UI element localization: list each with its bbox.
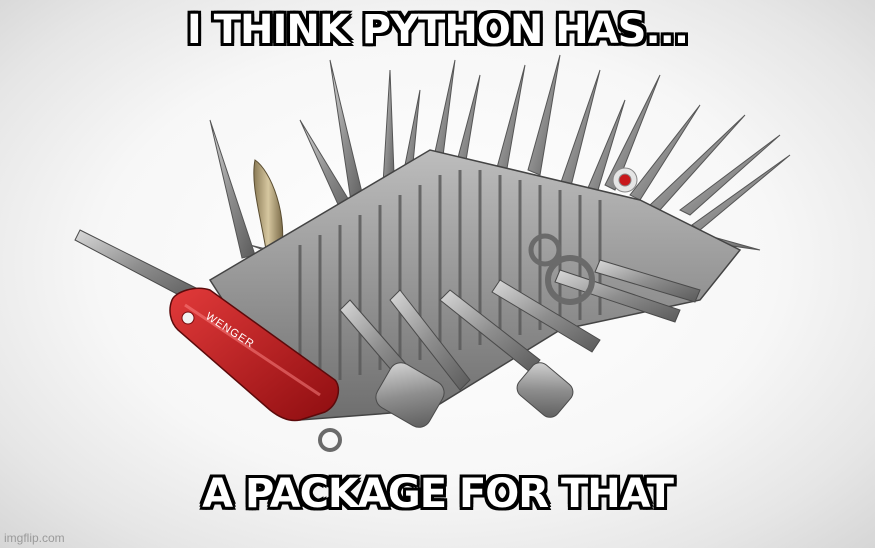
giant-swiss-army-knife-illustration [74, 54, 791, 452]
emblem [612, 167, 638, 193]
bottom-caption: A PACKAGE FOR THAT [202, 471, 674, 517]
meme-image: WENGER I THINK PYTHON HAS... A PACKAGE F… [0, 0, 875, 548]
top-caption: I THINK PYTHON HAS... [186, 7, 689, 53]
watermark: imgflip.com [4, 531, 65, 545]
